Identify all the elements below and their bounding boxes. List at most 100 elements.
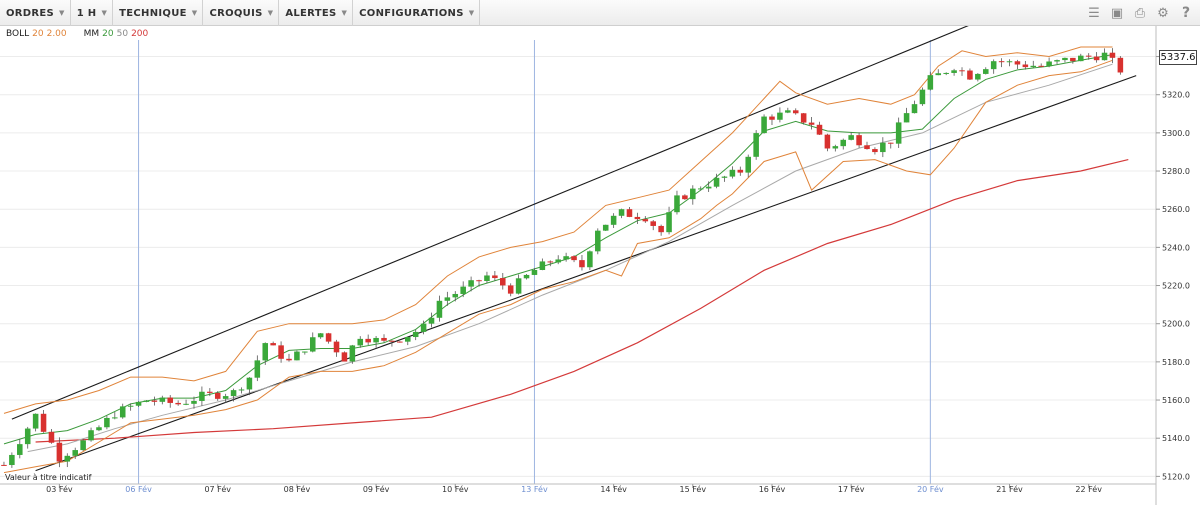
candle-down xyxy=(175,402,181,405)
candle-up xyxy=(729,169,736,177)
chevron-down-icon: ▼ xyxy=(267,9,274,17)
menu-croquis[interactable]: CROQUIS ▼ xyxy=(203,0,280,26)
candle-up xyxy=(935,73,942,76)
time-tick-label: 08 Fév xyxy=(284,484,311,494)
chevron-down-icon: ▼ xyxy=(59,9,65,17)
menu-alertes[interactable]: ALERTES ▼ xyxy=(279,0,354,26)
chevron-down-icon: ▼ xyxy=(468,9,475,17)
candle-up xyxy=(595,230,601,252)
layers-icon[interactable]: ☰ xyxy=(1086,5,1102,21)
candle-down xyxy=(642,219,649,222)
candle-down xyxy=(167,397,174,403)
candle-up xyxy=(262,343,269,361)
candle-up xyxy=(309,337,316,352)
candle-down xyxy=(397,341,403,343)
candle-down xyxy=(856,135,862,146)
price-chart[interactable]: 5120.0 5140.0 5160.0 5180.0 5200.0 5220.0 5240… xyxy=(0,26,1200,505)
candle-down xyxy=(547,261,554,263)
price-tick-label: 5280.0 xyxy=(1162,167,1190,176)
candle-up xyxy=(697,188,704,190)
candle-up xyxy=(159,397,166,402)
price-tick-label: 5200.0 xyxy=(1162,320,1190,329)
candle-up xyxy=(982,69,989,74)
bollinger-upper-line xyxy=(3,46,1113,414)
candle-down xyxy=(872,149,878,153)
candle-up xyxy=(523,274,530,279)
candle-up xyxy=(602,224,609,231)
candle-up xyxy=(515,278,522,294)
chevron-down-icon: ▼ xyxy=(191,9,198,17)
candles xyxy=(1,48,1124,468)
candle-up xyxy=(1101,52,1108,61)
candle-down xyxy=(998,61,1005,63)
time-tick-label: 22 Fév xyxy=(1075,484,1102,494)
candle-up xyxy=(9,454,15,466)
time-axis[interactable]: 03 Fév 06 Fév 07 Fév 08 Fév 09 Fév 10 Fév 13 F… xyxy=(0,483,1156,494)
menu-technique[interactable]: TECHNIQUE ▼ xyxy=(113,0,204,26)
candle-up xyxy=(119,406,126,418)
menu-interval[interactable]: 1 H ▼ xyxy=(71,0,114,26)
time-tick-label: 09 Fév xyxy=(363,484,390,494)
menu-ordres[interactable]: ORDRES ▼ xyxy=(0,0,71,26)
price-tick-label: 5320.0 xyxy=(1162,91,1190,100)
price-tick-label: 5120.0 xyxy=(1162,472,1190,481)
time-tick-label: 03 Fév xyxy=(46,484,73,494)
candle-up xyxy=(563,256,569,260)
candle-up xyxy=(705,186,712,189)
candle-up xyxy=(444,297,451,301)
candle-down xyxy=(579,260,585,268)
candle-up xyxy=(460,286,466,294)
gear-icon[interactable]: ⚙ xyxy=(1155,5,1171,21)
candle-up xyxy=(349,345,356,362)
time-tick-label: 20 Fév xyxy=(917,484,944,494)
current-price-label: 5337.6 xyxy=(1159,50,1197,65)
help-icon[interactable]: ? xyxy=(1178,5,1194,21)
time-tick-label: 06 Fév xyxy=(125,484,152,494)
candle-up xyxy=(412,331,419,338)
print-icon[interactable]: ⎙ xyxy=(1132,5,1148,21)
image-icon[interactable]: ▣ xyxy=(1109,5,1125,21)
candle-down xyxy=(341,352,348,362)
candle-down xyxy=(476,280,482,282)
ma20-line xyxy=(3,54,1113,445)
candle-up xyxy=(943,72,949,74)
candle-up xyxy=(848,135,854,140)
time-tick-label: 10 Fév xyxy=(442,484,469,494)
candle-down xyxy=(1022,64,1029,68)
session-lines xyxy=(138,40,931,484)
candle-up xyxy=(919,89,926,105)
candle-down xyxy=(571,256,577,261)
candle-up xyxy=(666,212,672,233)
candle-up xyxy=(880,142,886,153)
candle-up xyxy=(230,390,237,397)
candle-down xyxy=(48,431,55,443)
tool-icons: ☰ ▣ ⎙ ⚙ ? xyxy=(1086,5,1194,21)
price-axis[interactable]: 5120.0 5140.0 5160.0 5180.0 5200.0 5220.0 5240… xyxy=(1155,26,1190,505)
candle-down xyxy=(389,340,395,342)
candle-up xyxy=(721,176,728,178)
candle-down xyxy=(278,345,284,359)
chart-toolbar: ORDRES ▼ 1 H ▼ TECHNIQUE ▼ CROQUIS ▼ ALERTES… xyxy=(0,0,1200,26)
candle-up xyxy=(1046,61,1052,67)
candle-down xyxy=(214,392,221,399)
candle-down xyxy=(1038,65,1044,67)
candle-down xyxy=(207,391,213,393)
bollinger-lower-line xyxy=(3,59,1113,474)
chevron-down-icon: ▼ xyxy=(101,9,108,17)
candle-down xyxy=(151,400,158,402)
candle-up xyxy=(80,440,86,451)
candle-down xyxy=(634,216,641,220)
candle-up xyxy=(143,400,150,402)
grid-lines xyxy=(0,56,1156,477)
candle-down xyxy=(792,110,799,114)
candle-up xyxy=(753,133,759,157)
ma20-series xyxy=(3,54,1113,445)
candle-down xyxy=(658,225,664,233)
time-tick-label: 17 Fév xyxy=(838,484,865,494)
menu-configurations[interactable]: CONFIGURATIONS ▼ xyxy=(353,0,481,26)
candle-down xyxy=(959,70,965,72)
candle-up xyxy=(72,450,78,456)
time-tick-label: 13 Fév xyxy=(521,484,548,494)
candle-up xyxy=(1054,60,1060,62)
price-tick-label: 5260.0 xyxy=(1162,205,1190,214)
